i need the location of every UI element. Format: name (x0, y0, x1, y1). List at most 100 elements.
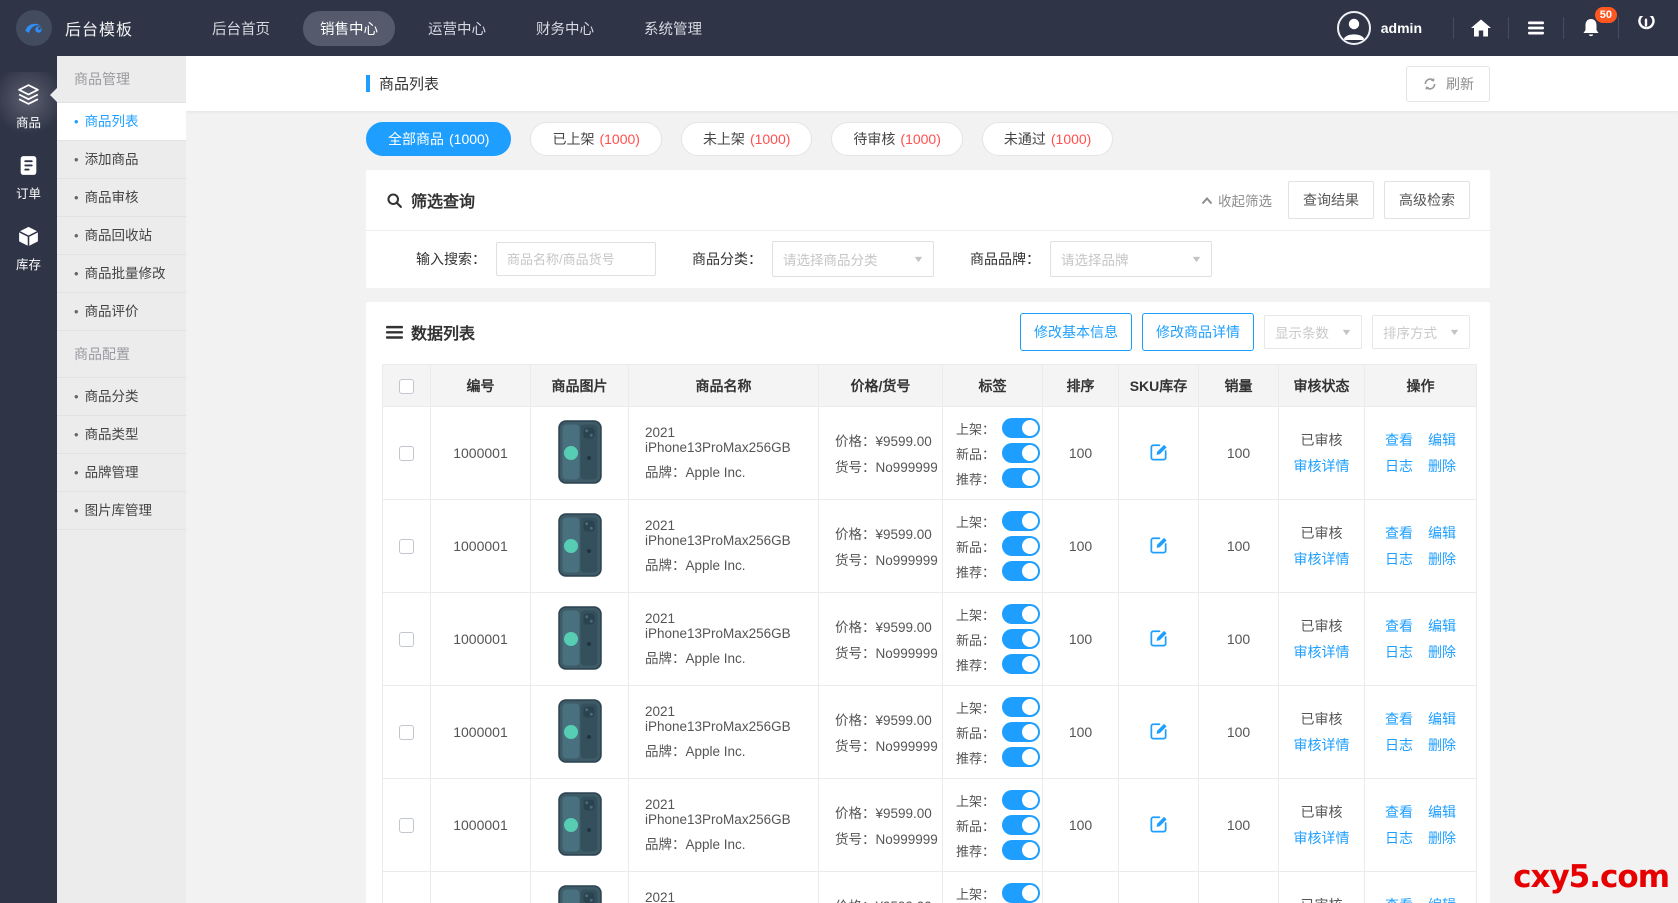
submenu-item[interactable]: 品牌管理 (57, 454, 186, 492)
view-link[interactable]: 查看 (1385, 802, 1413, 822)
page-size-select[interactable]: 显示条数 ▼ (1264, 315, 1362, 349)
submenu-item[interactable]: 商品配置 (57, 331, 186, 378)
toggle-on-sale[interactable] (1002, 418, 1040, 438)
status-tab[interactable]: 全部商品 (1000) (366, 122, 511, 156)
top-menu-item[interactable]: 系统管理 (627, 11, 719, 46)
sku-edit-button[interactable] (1148, 441, 1169, 465)
toggle-new[interactable] (1002, 443, 1040, 463)
toggle-on-sale[interactable] (1002, 883, 1040, 903)
username[interactable]: admin (1381, 20, 1422, 36)
submenu-item[interactable]: 商品批量修改 (57, 255, 186, 293)
product-image[interactable] (558, 792, 602, 856)
notifications[interactable]: 50 (1579, 16, 1603, 40)
view-link[interactable]: 查看 (1385, 709, 1413, 729)
view-link[interactable]: 查看 (1385, 895, 1413, 903)
toggle-on-sale[interactable] (1002, 697, 1040, 717)
delete-link[interactable]: 删除 (1428, 642, 1456, 662)
product-image[interactable] (558, 606, 602, 670)
product-image[interactable] (558, 420, 602, 484)
edit-link[interactable]: 编辑 (1428, 523, 1456, 543)
log-link[interactable]: 日志 (1385, 456, 1413, 476)
audit-detail-link[interactable]: 审核详情 (1279, 828, 1364, 848)
submenu-item[interactable]: 商品分类 (57, 378, 186, 416)
query-result-button[interactable]: 查询结果 (1288, 181, 1374, 219)
edit-basic-info-button[interactable]: 修改基本信息 (1020, 313, 1132, 351)
sort-mode-select[interactable]: 排序方式 ▼ (1372, 315, 1470, 349)
view-link[interactable]: 查看 (1385, 430, 1413, 450)
row-checkbox[interactable] (399, 818, 414, 833)
search-input[interactable] (496, 242, 656, 276)
status-tab[interactable]: 已上架 (1000) (530, 122, 661, 156)
log-link[interactable]: 日志 (1385, 549, 1413, 569)
view-link[interactable]: 查看 (1385, 616, 1413, 636)
toggle-recommend[interactable] (1002, 840, 1040, 860)
submenu-item[interactable]: 商品评价 (57, 293, 186, 331)
advanced-search-button[interactable]: 高级检索 (1384, 181, 1470, 219)
audit-detail-link[interactable]: 审核详情 (1279, 642, 1364, 662)
submenu-item[interactable]: 添加商品 (57, 141, 186, 179)
category-select[interactable]: 请选择商品分类 ▼ (772, 241, 934, 277)
log-link[interactable]: 日志 (1385, 642, 1413, 662)
top-menu-item[interactable]: 财务中心 (519, 11, 611, 46)
toggle-recommend[interactable] (1002, 561, 1040, 581)
top-menu-item[interactable]: 销售中心 (303, 11, 395, 46)
sku-edit-button[interactable] (1148, 534, 1169, 558)
edit-link[interactable]: 编辑 (1428, 430, 1456, 450)
toggle-on-sale[interactable] (1002, 790, 1040, 810)
status-tab[interactable]: 未通过 (1000) (982, 122, 1113, 156)
view-link[interactable]: 查看 (1385, 523, 1413, 543)
sku-edit-button[interactable] (1148, 720, 1169, 744)
toggle-on-sale[interactable] (1002, 511, 1040, 531)
product-image[interactable] (558, 699, 602, 763)
top-menu-item[interactable]: 运营中心 (411, 11, 503, 46)
submenu-item[interactable]: 图片库管理 (57, 492, 186, 530)
edit-link[interactable]: 编辑 (1428, 709, 1456, 729)
edit-link[interactable]: 编辑 (1428, 616, 1456, 636)
hamburger-menu-icon[interactable] (1524, 16, 1548, 40)
delete-link[interactable]: 删除 (1428, 456, 1456, 476)
submenu-item[interactable]: 商品类型 (57, 416, 186, 454)
toggle-new[interactable] (1002, 815, 1040, 835)
log-link[interactable]: 日志 (1385, 828, 1413, 848)
collapse-filter[interactable]: 收起筛选 (1201, 190, 1272, 210)
row-checkbox[interactable] (399, 539, 414, 554)
brand-select[interactable]: 请选择品牌 ▼ (1050, 241, 1212, 277)
select-all-checkbox[interactable] (399, 379, 414, 394)
log-link[interactable]: 日志 (1385, 735, 1413, 755)
edit-product-detail-button[interactable]: 修改商品详情 (1142, 313, 1254, 351)
row-checkbox[interactable] (399, 632, 414, 647)
sku-edit-button[interactable] (1148, 813, 1169, 837)
product-image[interactable] (558, 513, 602, 577)
rail-item-orders[interactable]: 订单 (0, 143, 57, 214)
submenu-item[interactable]: 商品回收站 (57, 217, 186, 255)
audit-detail-link[interactable]: 审核详情 (1279, 735, 1364, 755)
edit-link[interactable]: 编辑 (1428, 895, 1456, 903)
toggle-on-sale[interactable] (1002, 604, 1040, 624)
toggle-recommend[interactable] (1002, 747, 1040, 767)
refresh-button[interactable]: 刷新 (1406, 66, 1490, 102)
row-checkbox[interactable] (399, 446, 414, 461)
sku-edit-button[interactable] (1148, 627, 1169, 651)
submenu-item[interactable]: 商品列表 (57, 103, 186, 141)
audit-detail-link[interactable]: 审核详情 (1279, 456, 1364, 476)
edit-link[interactable]: 编辑 (1428, 802, 1456, 822)
toggle-recommend[interactable] (1002, 654, 1040, 674)
home-icon[interactable] (1469, 16, 1493, 40)
toggle-new[interactable] (1002, 722, 1040, 742)
rail-item-goods[interactable]: 商品 (0, 72, 57, 143)
delete-link[interactable]: 删除 (1428, 549, 1456, 569)
toggle-new[interactable] (1002, 536, 1040, 556)
delete-link[interactable]: 删除 (1428, 828, 1456, 848)
submenu-item[interactable]: 商品审核 (57, 179, 186, 217)
status-tab[interactable]: 待审核 (1000) (831, 122, 962, 156)
status-tab[interactable]: 未上架 (1000) (681, 122, 812, 156)
toggle-new[interactable] (1002, 629, 1040, 649)
avatar[interactable] (1337, 11, 1371, 45)
submenu-item[interactable]: 商品管理 (57, 56, 186, 103)
rail-item-inventory[interactable]: 库存 (0, 214, 57, 285)
top-menu-item[interactable]: 后台首页 (195, 11, 287, 46)
power-icon[interactable] (1634, 16, 1658, 40)
row-checkbox[interactable] (399, 725, 414, 740)
toggle-recommend[interactable] (1002, 468, 1040, 488)
audit-detail-link[interactable]: 审核详情 (1279, 549, 1364, 569)
